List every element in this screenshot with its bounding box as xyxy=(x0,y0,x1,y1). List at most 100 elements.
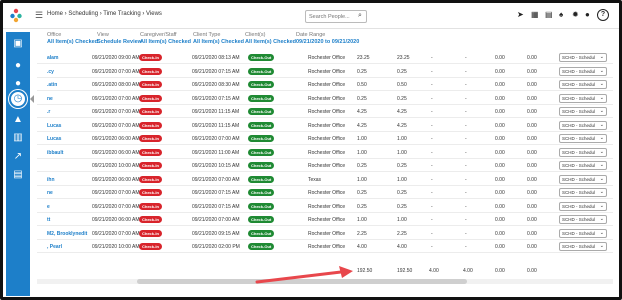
filter-view[interactable]: View Schedule Review xyxy=(97,32,142,45)
schedule-select[interactable]: SCHD - Schedul ⌄ xyxy=(559,66,607,76)
person-icon[interactable]: ● xyxy=(10,58,26,74)
check-in-badge[interactable]: Check-In xyxy=(139,135,162,142)
help-icon[interactable]: ? xyxy=(597,9,609,21)
table-row[interactable]: .atin 09/21/2020 08:00 AM Check-In 09/21/20… xyxy=(37,79,613,91)
check-in-badge[interactable]: Check-In xyxy=(139,148,162,156)
check-out-badge[interactable]: Check-Out xyxy=(248,162,275,169)
table-row[interactable]: .cy 09/21/2020 07:00 AM Check-In 09/21/2020… xyxy=(37,66,613,78)
caregiver-name-link[interactable]: e xyxy=(47,204,50,210)
check-in-badge[interactable]: Check-In xyxy=(139,162,162,169)
caregiver-name-link[interactable]: .atin xyxy=(47,82,57,88)
check-in-badge[interactable]: Check-In xyxy=(139,81,162,88)
check-in-badge[interactable]: Check-In xyxy=(139,202,162,210)
document-icon[interactable]: ▤ xyxy=(545,10,553,20)
schedule-select[interactable]: SCHD - Schedul ⌄ xyxy=(559,93,607,103)
calendar-icon[interactable]: ▦ xyxy=(531,10,539,20)
schedule-select[interactable]: SCHD - Schedul ⌄ xyxy=(559,201,607,211)
check-in-badge[interactable]: Check-In xyxy=(139,54,162,61)
filter-clients[interactable]: Client(s) All Item(s) Checked xyxy=(245,32,296,45)
message-icon[interactable]: ▤ xyxy=(10,167,26,183)
schedule-select[interactable]: SCHD - Schedul ⌄ xyxy=(559,174,607,184)
table-row[interactable]: ne 09/21/2020 07:00 AM Check-In 09/21/2020 … xyxy=(37,187,613,199)
schedule-select[interactable]: SCHD - Schedul ⌄ xyxy=(559,53,607,62)
check-out-badge[interactable]: Check-Out xyxy=(248,67,275,75)
check-in-badge[interactable]: Check-In xyxy=(139,121,162,129)
check-out-badge[interactable]: Check-Out xyxy=(248,243,275,250)
table-row[interactable]: ihn 09/21/2020 06:00 AM Check-In 09/21/2020… xyxy=(37,174,613,186)
filter-value[interactable]: 09/21/2020 to 09/21/2020 xyxy=(296,39,359,45)
table-row[interactable]: 09/21/2020 10:00 AM Check-In 09/21/2020 10… xyxy=(37,160,613,172)
briefcase-icon[interactable]: ▥ xyxy=(10,130,26,146)
filter-office[interactable]: Office All Item(s) Checked xyxy=(47,32,98,45)
schedule-select[interactable]: SCHD - Schedul ⌄ xyxy=(559,161,607,170)
schedule-select[interactable]: SCHD - Schedul ⌄ xyxy=(559,107,607,116)
user-icon[interactable]: ● xyxy=(585,10,590,20)
caregiver-name-link[interactable]: ihn xyxy=(47,177,55,183)
check-out-badge[interactable]: Check-Out xyxy=(248,202,275,210)
check-in-badge[interactable]: Check-In xyxy=(139,67,162,75)
building-icon[interactable]: ▲ xyxy=(10,112,26,128)
table-row[interactable]: tt 09/21/2020 06:00 AM Check-In 09/21/2020 … xyxy=(37,214,613,226)
caregiver-name-link[interactable]: , Pearl xyxy=(47,244,62,250)
search-icon[interactable]: ⌕ xyxy=(358,12,362,20)
table-row[interactable]: Lucas 09/21/2020 06:00 AM Check-In 09/21/20… xyxy=(37,133,613,145)
bell-icon[interactable]: ♠ xyxy=(559,10,563,20)
table-row[interactable]: e 09/21/2020 07:00 AM Check-In 09/21/2020 0… xyxy=(37,201,613,213)
check-in-badge[interactable]: Check-In xyxy=(139,175,162,183)
table-row[interactable]: ibbault 09/21/2020 06:00 AM Check-In 09/21/… xyxy=(37,147,613,159)
filter-value[interactable]: All Item(s) Checked xyxy=(47,39,98,45)
table-row[interactable]: M2, Brooklynedit 09/21/2020 07:00 AM Check… xyxy=(37,228,613,240)
check-out-badge[interactable]: Check-Out xyxy=(248,135,275,142)
check-out-badge[interactable]: Check-Out xyxy=(248,229,275,237)
schedule-select[interactable]: SCHD - Schedul ⌄ xyxy=(559,147,607,157)
filter-date-range[interactable]: Date Range 09/21/2020 to 09/21/2020 xyxy=(296,32,359,45)
check-in-badge[interactable]: Check-In xyxy=(139,216,162,223)
chart-icon[interactable]: ↗ xyxy=(10,149,26,165)
caregiver-name-link[interactable]: .cy xyxy=(47,69,54,75)
caregiver-name-link[interactable]: alam xyxy=(47,55,58,61)
schedule-select[interactable]: SCHD - Schedul ⌄ xyxy=(559,188,607,197)
check-out-badge[interactable]: Check-Out xyxy=(248,108,275,115)
check-out-badge[interactable]: Check-Out xyxy=(248,148,275,156)
dashboard-icon[interactable]: ▣ xyxy=(10,36,26,52)
check-out-badge[interactable]: Check-Out xyxy=(248,94,275,102)
schedule-select[interactable]: SCHD - Schedul ⌄ xyxy=(559,120,607,130)
check-in-badge[interactable]: Check-In xyxy=(139,189,162,196)
caregiver-name-link[interactable]: tt xyxy=(47,217,50,223)
check-in-badge[interactable]: Check-In xyxy=(139,108,162,115)
check-out-badge[interactable]: Check-Out xyxy=(248,216,275,223)
check-out-badge[interactable]: Check-Out xyxy=(248,81,275,88)
filter-value[interactable]: All Item(s) Checked xyxy=(245,39,296,45)
caregiver-name-link[interactable]: ne xyxy=(47,190,53,196)
schedule-select[interactable]: SCHD - Schedul ⌄ xyxy=(559,80,607,89)
filter-client-type[interactable]: Client Type All Item(s) Checked xyxy=(193,32,244,45)
filter-value[interactable]: All Item(s) Checked xyxy=(193,39,244,45)
table-row[interactable]: , Pearl 09/21/2020 10:00 AM Check-In 09/21/… xyxy=(37,241,613,253)
clock-icon[interactable]: ◷ xyxy=(9,90,27,108)
hamburger-menu-icon[interactable]: ☰ xyxy=(35,11,43,20)
caregiver-name-link[interactable]: ne xyxy=(47,96,53,102)
table-row[interactable]: Lucas 09/21/2020 07:00 AM Check-In 09/21/20… xyxy=(37,120,613,132)
schedule-select[interactable]: SCHD - Schedul ⌄ xyxy=(559,134,607,143)
check-in-badge[interactable]: Check-In xyxy=(139,243,162,250)
filter-caregiver[interactable]: Caregiver/Staff All Item(s) Checked xyxy=(140,32,191,45)
check-out-badge[interactable]: Check-Out xyxy=(248,121,275,129)
send-icon[interactable]: ➤ xyxy=(517,10,524,20)
caregiver-name-link[interactable]: Lucas xyxy=(47,136,61,142)
table-row[interactable]: ne 09/21/2020 07:00 AM Check-In 09/21/2020 … xyxy=(37,93,613,105)
filter-value[interactable]: Schedule Review xyxy=(97,39,142,45)
check-in-badge[interactable]: Check-In xyxy=(139,94,162,102)
schedule-select[interactable]: SCHD - Schedul ⌄ xyxy=(559,215,607,224)
schedule-select[interactable]: SCHD - Schedul ⌄ xyxy=(559,242,607,251)
check-out-badge[interactable]: Check-Out xyxy=(248,175,275,183)
filter-value[interactable]: All Item(s) Checked xyxy=(140,39,191,45)
gear-icon[interactable]: ✹ xyxy=(572,10,579,20)
caregiver-name-link[interactable]: M2, Brooklynedit xyxy=(47,231,87,237)
caregiver-name-link[interactable]: .r xyxy=(47,109,50,115)
check-out-badge[interactable]: Check-Out xyxy=(248,189,275,196)
table-row[interactable]: alam 09/21/2020 09:00 AM Check-In 09/21/202… xyxy=(37,52,613,64)
check-out-badge[interactable]: Check-Out xyxy=(248,54,275,61)
check-in-badge[interactable]: Check-In xyxy=(139,229,162,237)
caregiver-name-link[interactable]: Lucas xyxy=(47,123,61,129)
caregiver-name-link[interactable]: ibbault xyxy=(47,150,63,156)
